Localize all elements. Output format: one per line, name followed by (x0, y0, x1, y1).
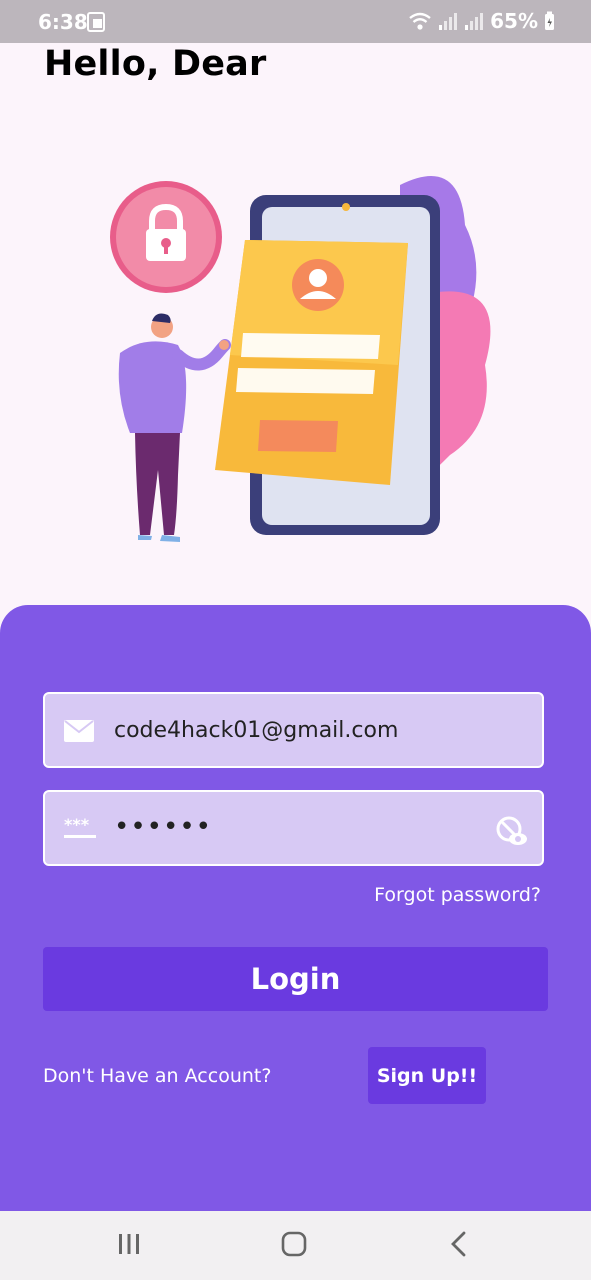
login-button[interactable]: Login (43, 947, 548, 1011)
mail-icon (64, 720, 94, 742)
wifi-icon (409, 12, 431, 30)
home-icon[interactable] (281, 1231, 307, 1257)
forgot-password-link[interactable]: Forgot password? (374, 884, 541, 906)
battery-icon (545, 11, 554, 30)
signal-icon (439, 13, 458, 30)
signal-icon-2 (465, 13, 484, 30)
svg-text:***: *** (64, 816, 90, 834)
navigation-bar (0, 1211, 591, 1280)
signup-button[interactable]: Sign Up!! (368, 1047, 486, 1104)
status-bar: 6:38 65% (0, 0, 591, 43)
page-title: Hello, Dear (44, 44, 267, 84)
eye-toggle-icon[interactable] (494, 814, 528, 848)
battery-level: 65% (490, 9, 538, 33)
recent-apps-icon[interactable] (117, 1231, 141, 1257)
back-icon[interactable] (449, 1231, 469, 1257)
password-icon: *** (64, 816, 96, 838)
signup-prompt: Don't Have an Account? (43, 1065, 272, 1087)
login-illustration (110, 176, 491, 542)
email-value: code4hack01@gmail.com (114, 718, 399, 743)
sim-icon (87, 12, 105, 32)
status-indicators: 65% (408, 9, 555, 33)
email-field[interactable]: code4hack01@gmail.com (43, 692, 544, 768)
status-time: 6:38 (38, 10, 88, 34)
password-value: •••••• (114, 812, 213, 842)
password-field[interactable]: *** •••••• (43, 790, 544, 866)
